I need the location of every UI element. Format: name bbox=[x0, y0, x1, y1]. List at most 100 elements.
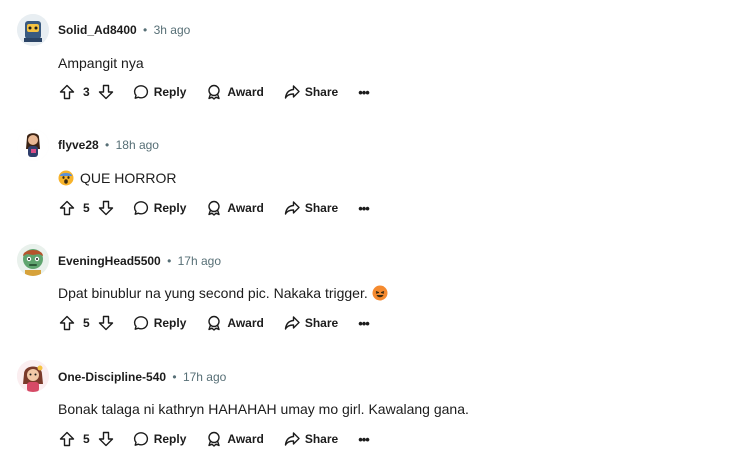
share-icon bbox=[284, 85, 300, 99]
more-options-button[interactable]: ••• bbox=[358, 316, 370, 331]
avatar[interactable] bbox=[17, 129, 49, 161]
reply-icon bbox=[133, 85, 148, 99]
reply-icon bbox=[133, 316, 148, 330]
vote-score: 3 bbox=[83, 85, 90, 99]
award-label: Award bbox=[227, 201, 264, 215]
username[interactable]: One-Discipline-540 bbox=[58, 370, 166, 384]
downvote-icon bbox=[98, 315, 113, 331]
comment-body: Bonak talaga ni kathryn HAHAHAH umay mo … bbox=[58, 399, 469, 419]
upvote-icon bbox=[59, 84, 75, 100]
comment-text: Bonak talaga ni kathryn HAHAHAH umay mo … bbox=[58, 401, 469, 417]
reply-button[interactable]: Reply bbox=[133, 431, 187, 447]
username[interactable]: flyve28 bbox=[58, 138, 99, 152]
vote-group: 5 bbox=[58, 199, 115, 217]
downvote-icon bbox=[98, 431, 113, 447]
reply-label: Reply bbox=[153, 316, 187, 330]
more-options-button[interactable]: ••• bbox=[358, 201, 370, 216]
action-bar: 5 Reply Award Share ••• bbox=[58, 196, 370, 220]
timestamp[interactable]: 17h ago bbox=[178, 254, 221, 268]
reply-label: Reply bbox=[153, 432, 187, 446]
share-label: Share bbox=[304, 85, 339, 99]
timestamp[interactable]: 17h ago bbox=[183, 370, 226, 384]
award-label: Award bbox=[227, 316, 264, 330]
comment-meta: One-Discipline-540 • 17h ago bbox=[58, 369, 226, 385]
comment: One-Discipline-540 • 17h ago Bonak talag… bbox=[0, 347, 750, 462]
downvote-button[interactable] bbox=[97, 83, 115, 101]
comment-meta: EveningHead5500 • 17h ago bbox=[58, 253, 221, 269]
award-button[interactable]: Award bbox=[206, 431, 264, 447]
share-icon bbox=[284, 316, 300, 330]
comment: flyve28 • 18h ago QUE HORROR 5 Reply Awa… bbox=[0, 116, 750, 231]
more-options-button[interactable]: ••• bbox=[358, 432, 370, 447]
comment-meta: Solid_Ad8400 • 3h ago bbox=[58, 22, 190, 38]
vote-group: 5 bbox=[58, 430, 115, 448]
reply-button[interactable]: Reply bbox=[133, 84, 186, 100]
downvote-button[interactable] bbox=[97, 314, 115, 332]
award-icon bbox=[208, 84, 221, 100]
award-icon bbox=[208, 315, 221, 331]
separator: • bbox=[167, 254, 172, 268]
share-label: Share bbox=[304, 316, 339, 330]
award-icon bbox=[208, 200, 221, 216]
avatar[interactable] bbox=[17, 14, 49, 46]
downvote-icon bbox=[98, 84, 113, 100]
separator: • bbox=[172, 370, 177, 384]
username[interactable]: Solid_Ad8400 bbox=[58, 23, 137, 37]
vote-score: 5 bbox=[83, 316, 90, 330]
comment-meta: flyve28 • 18h ago bbox=[58, 137, 159, 153]
downvote-button[interactable] bbox=[97, 199, 115, 217]
vote-score: 5 bbox=[83, 201, 90, 215]
share-button[interactable]: Share bbox=[284, 315, 338, 331]
comment: Solid_Ad8400 • 3h ago Ampangit nya 3 Rep… bbox=[0, 0, 750, 115]
avatar[interactable] bbox=[17, 244, 49, 276]
reply-icon bbox=[133, 432, 148, 446]
share-button[interactable]: Share bbox=[284, 200, 338, 216]
award-label: Award bbox=[227, 85, 264, 99]
award-button[interactable]: Award bbox=[206, 315, 264, 331]
comment-text: Dpat binublur na yung second pic. Nakaka… bbox=[58, 285, 368, 301]
share-button[interactable]: Share bbox=[284, 431, 338, 447]
downvote-icon bbox=[98, 200, 113, 216]
reply-label: Reply bbox=[153, 201, 187, 215]
comment-text: Ampangit nya bbox=[58, 55, 144, 71]
vote-group: 3 bbox=[58, 83, 115, 101]
upvote-button[interactable] bbox=[58, 199, 76, 217]
timestamp[interactable]: 18h ago bbox=[116, 138, 159, 152]
vote-score: 5 bbox=[83, 432, 90, 446]
reply-button[interactable]: Reply bbox=[133, 315, 187, 331]
separator: • bbox=[105, 138, 110, 152]
reply-icon bbox=[133, 201, 148, 215]
comment-text: QUE HORROR bbox=[80, 170, 177, 186]
more-options-button[interactable]: ••• bbox=[358, 85, 370, 100]
share-label: Share bbox=[304, 201, 339, 215]
action-bar: 5 Reply Award Share ••• bbox=[58, 427, 370, 451]
action-bar: 3 Reply Award Share ••• bbox=[58, 80, 370, 104]
share-button[interactable]: Share bbox=[284, 84, 338, 100]
share-icon bbox=[284, 201, 300, 215]
avatar[interactable] bbox=[17, 360, 49, 392]
comment: EveningHead5500 • 17h ago Dpat binublur … bbox=[0, 231, 750, 346]
comment-body: QUE HORROR bbox=[58, 168, 176, 188]
vote-group: 5 bbox=[58, 314, 115, 332]
upvote-button[interactable] bbox=[58, 314, 76, 332]
award-button[interactable]: Award bbox=[206, 84, 264, 100]
award-label: Award bbox=[227, 432, 264, 446]
upvote-icon bbox=[59, 200, 75, 216]
laugh-cry-emoji-icon bbox=[372, 285, 388, 301]
upvote-icon bbox=[59, 431, 75, 447]
award-icon bbox=[208, 431, 221, 447]
separator: • bbox=[143, 23, 148, 37]
username[interactable]: EveningHead5500 bbox=[58, 254, 161, 268]
reply-button[interactable]: Reply bbox=[133, 200, 187, 216]
upvote-icon bbox=[59, 315, 75, 331]
share-icon bbox=[284, 432, 300, 446]
share-label: Share bbox=[304, 432, 339, 446]
upvote-button[interactable] bbox=[58, 430, 76, 448]
comment-body: Ampangit nya bbox=[58, 53, 144, 73]
scream-emoji-icon bbox=[58, 170, 74, 186]
upvote-button[interactable] bbox=[58, 83, 76, 101]
downvote-button[interactable] bbox=[97, 430, 115, 448]
timestamp[interactable]: 3h ago bbox=[154, 23, 191, 37]
award-button[interactable]: Award bbox=[206, 200, 264, 216]
comment-body: Dpat binublur na yung second pic. Nakaka… bbox=[58, 283, 388, 303]
